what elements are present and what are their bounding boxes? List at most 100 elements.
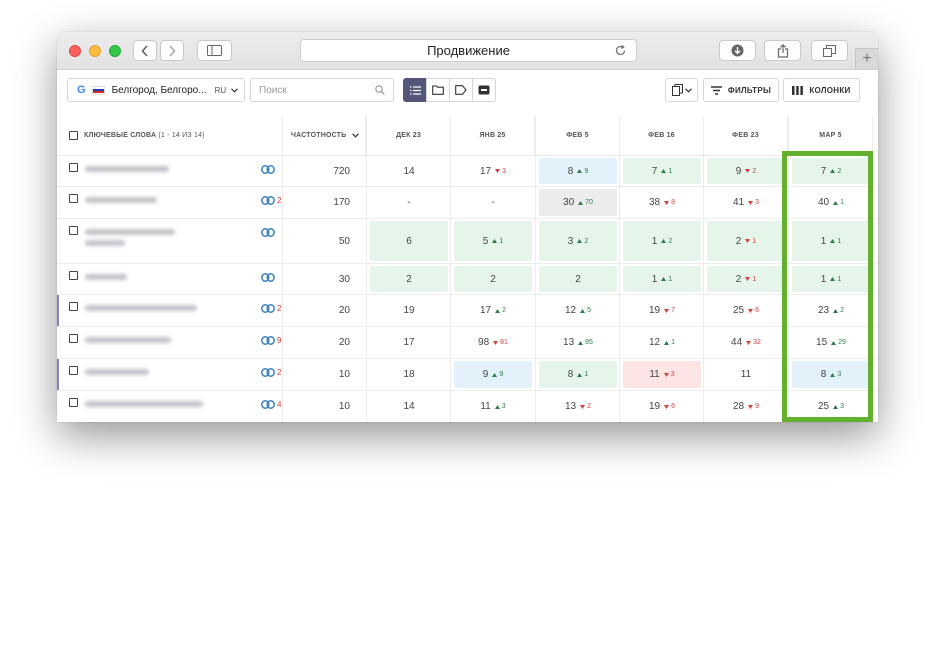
position-cell[interactable]: 11 (619, 264, 704, 294)
table-row[interactable]: 9 20 17 98 81 13 85 12 1 44 32 15 29 (57, 326, 878, 358)
links-indicator[interactable] (261, 228, 277, 237)
position-cell[interactable]: 81 (535, 359, 620, 390)
position-cell[interactable]: 25 3 (788, 391, 873, 422)
copy-button[interactable] (665, 78, 698, 102)
table-row[interactable]: 2 170 - - 30 70 38 8 41 3 40 1 (57, 186, 878, 218)
address-bar[interactable]: Продвижение (300, 39, 637, 62)
links-indicator[interactable] (261, 273, 277, 282)
row-checkbox[interactable] (69, 398, 78, 407)
position-cell[interactable]: 99 (450, 359, 535, 390)
list-view-button[interactable] (403, 78, 427, 102)
table-row[interactable]: 2 10 18 9 9 8 1 11 3 11 8 3 (57, 358, 878, 390)
forward-button[interactable] (160, 40, 184, 61)
table-row[interactable]: 2 20 19 17 2 12 5 19 7 25 6 23 2 (57, 294, 878, 326)
new-tab-button[interactable]: + (855, 48, 878, 69)
position-cell[interactable]: 30 70 (535, 187, 620, 218)
row-checkbox[interactable] (69, 302, 78, 311)
share-button[interactable] (764, 40, 801, 61)
position-cell[interactable]: 89 (535, 156, 620, 186)
position-cell[interactable]: 19 7 (619, 295, 704, 326)
row-checkbox[interactable] (69, 194, 78, 203)
select-all-checkbox[interactable] (69, 131, 78, 140)
position-cell[interactable]: 19 (366, 295, 451, 326)
position-cell[interactable]: 12 1 (619, 327, 704, 358)
date-column-header[interactable]: МАР 5 (788, 116, 873, 155)
links-indicator[interactable] (261, 165, 277, 174)
downloads-button[interactable] (719, 40, 756, 61)
position-cell[interactable]: 11 3 (619, 359, 704, 390)
position-cell[interactable]: 23 2 (788, 295, 873, 326)
position-cell[interactable]: 2 (450, 264, 535, 294)
date-column-header[interactable]: ФЕВ 23 (703, 116, 788, 155)
search-input[interactable]: Поиск (250, 78, 394, 102)
links-indicator[interactable]: 9 (261, 336, 281, 345)
position-cell[interactable]: 21 (703, 219, 788, 263)
row-checkbox[interactable] (69, 163, 78, 172)
frequency-header[interactable]: ЧАСТОТНОСТЬ (282, 116, 366, 155)
position-cell[interactable]: 18 (366, 359, 451, 390)
position-cell[interactable]: 98 81 (450, 327, 535, 358)
columns-button[interactable]: КОЛОНКИ (783, 78, 860, 102)
back-button[interactable] (133, 40, 157, 61)
position-cell[interactable]: 44 32 (703, 327, 788, 358)
position-cell[interactable]: 12 (619, 219, 704, 263)
position-cell[interactable]: 83 (788, 359, 873, 390)
zoom-window-button[interactable] (109, 45, 121, 57)
position-cell[interactable]: 14 (366, 156, 451, 186)
position-cell[interactable]: 13 85 (535, 327, 620, 358)
position-cell[interactable]: - (450, 187, 535, 218)
position-cell[interactable]: 17 3 (450, 156, 535, 186)
position-cell[interactable]: 11 3 (450, 391, 535, 422)
table-row[interactable]: 30 2 2 2 1 1 2 1 1 1 (57, 263, 878, 294)
links-indicator[interactable]: 2 (261, 196, 281, 205)
links-indicator[interactable]: 4 (261, 400, 281, 409)
position-cell[interactable]: 11 (788, 264, 873, 294)
links-indicator[interactable]: 2 (261, 304, 281, 313)
close-window-button[interactable] (69, 45, 81, 57)
position-cell[interactable]: 15 29 (788, 327, 873, 358)
links-indicator[interactable]: 2 (261, 368, 281, 377)
reload-icon[interactable] (614, 44, 627, 57)
tag-view-button[interactable] (449, 78, 473, 102)
position-cell[interactable]: 40 1 (788, 187, 873, 218)
position-cell[interactable]: 28 9 (703, 391, 788, 422)
position-cell[interactable]: 72 (788, 156, 873, 186)
group-view-button[interactable] (472, 78, 496, 102)
table-row[interactable]: 720 14 17 3 8 9 7 1 9 2 7 2 (57, 155, 878, 186)
date-column-header[interactable]: ДЕК 23 (366, 116, 451, 155)
position-cell[interactable]: 51 (450, 219, 535, 263)
position-cell[interactable]: 32 (535, 219, 620, 263)
region-selector[interactable]: G Белгород, Белгоро... RU (67, 78, 245, 102)
position-cell[interactable]: 21 (703, 264, 788, 294)
position-cell[interactable]: 71 (619, 156, 704, 186)
date-column-header[interactable]: ФЕВ 16 (619, 116, 704, 155)
position-cell[interactable]: 41 3 (703, 187, 788, 218)
position-cell[interactable]: - (366, 187, 451, 218)
row-checkbox[interactable] (69, 226, 78, 235)
position-cell[interactable]: 92 (703, 156, 788, 186)
date-column-header[interactable]: ФЕВ 5 (535, 116, 620, 155)
sidebar-toggle-button[interactable] (197, 40, 232, 61)
date-column-header[interactable]: ЯНВ 25 (450, 116, 535, 155)
row-checkbox[interactable] (69, 366, 78, 375)
minimize-window-button[interactable] (89, 45, 101, 57)
folder-view-button[interactable] (426, 78, 450, 102)
row-checkbox[interactable] (69, 334, 78, 343)
position-cell[interactable]: 11 (788, 219, 873, 263)
position-cell[interactable]: 2 (366, 264, 451, 294)
position-cell[interactable]: 2 (535, 264, 620, 294)
position-cell[interactable]: 38 8 (619, 187, 704, 218)
table-row[interactable]: 50 6 5 1 3 2 1 2 2 1 1 1 (57, 218, 878, 263)
position-cell[interactable]: 25 6 (703, 295, 788, 326)
position-cell[interactable]: 6 (366, 219, 451, 263)
position-cell[interactable]: 17 (366, 327, 451, 358)
row-checkbox[interactable] (69, 271, 78, 280)
position-cell[interactable]: 12 5 (535, 295, 620, 326)
filters-button[interactable]: ФИЛЬТРЫ (703, 78, 779, 102)
position-cell[interactable]: 17 2 (450, 295, 535, 326)
position-cell[interactable]: 19 6 (619, 391, 704, 422)
position-cell[interactable]: 11 (703, 359, 788, 390)
table-row[interactable]: 4 10 14 11 3 13 2 19 6 28 9 25 3 (57, 390, 878, 422)
position-cell[interactable]: 14 (366, 391, 451, 422)
tabs-overview-button[interactable] (811, 40, 848, 61)
